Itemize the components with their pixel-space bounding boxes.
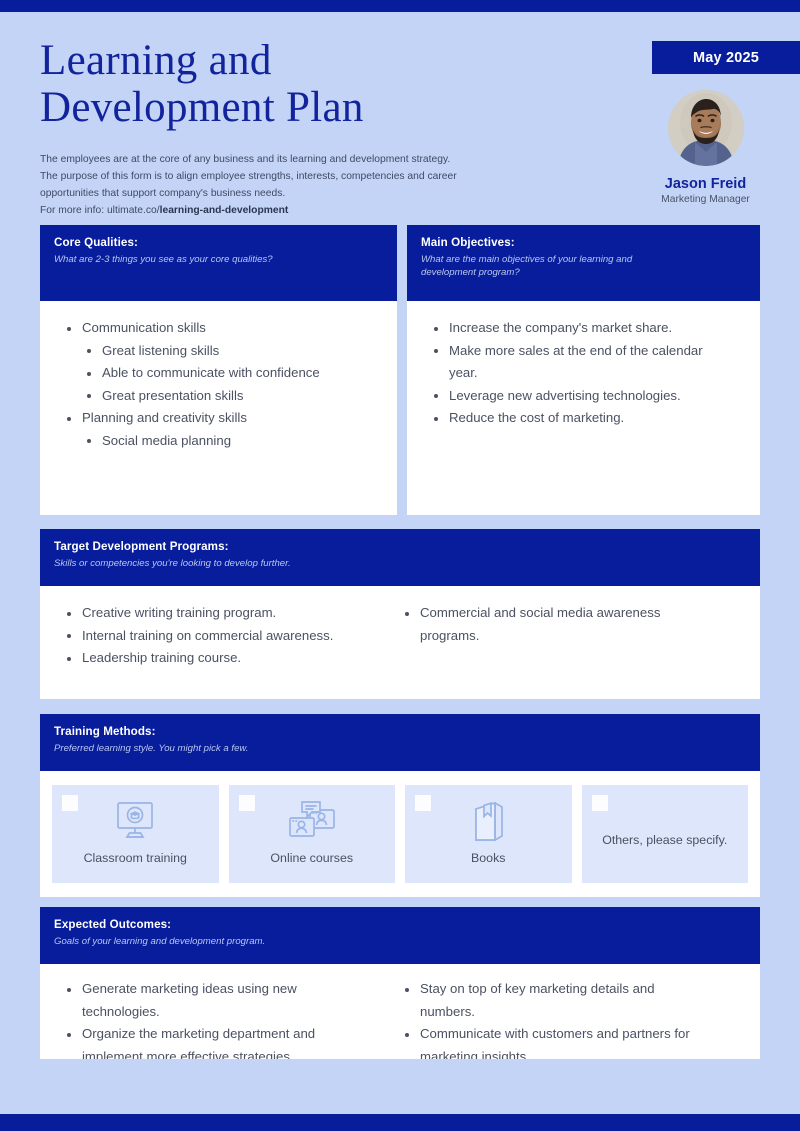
list-item-label: Communication skills [82, 320, 206, 335]
target-programs-list-right: Commercial and social media awareness pr… [400, 602, 712, 647]
document-page: Learning and Development Plan The employ… [0, 12, 800, 1114]
list-item: Commercial and social media awareness pr… [400, 602, 712, 647]
target-programs-list-left: Creative writing training program. Inter… [62, 602, 400, 670]
list-item: Able to communicate with confidence [82, 362, 375, 385]
checkbox-books[interactable] [415, 795, 431, 811]
list-item: Creative writing training program. [62, 602, 400, 625]
card-target-programs-title: Target Development Programs: [54, 540, 229, 553]
training-method-label: Online courses [270, 851, 354, 865]
training-method-online-courses[interactable]: Online courses [228, 785, 395, 883]
row-expected-outcomes: Expected Outcomes: Goals of your learnin… [0, 907, 800, 1059]
list-item: Leadership training course. [62, 647, 400, 670]
card-main-objectives: Main Objectives: What are the main objec… [407, 225, 760, 515]
expected-outcomes-right-column: Stay on top of key marketing details and… [400, 978, 738, 1059]
list-item: Great listening skills [82, 340, 375, 363]
expected-outcomes-left-column: Generate marketing ideas using new techn… [62, 978, 400, 1059]
date-badge: May 2025 [652, 41, 800, 74]
card-core-qualities: Core Qualities: What are 2-3 things you … [40, 225, 397, 515]
list-item: Organize the marketing department and im… [62, 1023, 352, 1059]
book-bookmark-icon [469, 798, 507, 845]
training-method-classroom-training[interactable]: Classroom training [52, 785, 219, 883]
target-programs-left-column: Creative writing training program. Inter… [62, 602, 400, 670]
expected-outcomes-list-left: Generate marketing ideas using new techn… [62, 978, 352, 1059]
document-header: Learning and Development Plan The employ… [0, 12, 800, 225]
list-item-label: Planning and creativity skills [82, 410, 247, 425]
training-method-label: Books [471, 851, 506, 865]
list-item: Planning and creativity skills Social me… [62, 407, 375, 452]
card-training-methods-header: Training Methods: Preferred learning sty… [40, 714, 760, 771]
intro-line-3: opportunities that support company's bus… [40, 188, 286, 199]
intro-line-1: The employees are at the core of any bus… [40, 154, 451, 165]
profile-name: Jason Freid [664, 176, 747, 192]
monitor-graduation-cap-icon [112, 798, 158, 845]
checkbox-online-courses[interactable] [238, 795, 255, 811]
core-qualities-list: Communication skills Great listening ski… [62, 317, 375, 452]
training-method-label: Others, please specify. [602, 833, 728, 847]
card-main-objectives-body: Increase the company's market share. Mak… [407, 301, 760, 446]
card-target-programs-body: Creative writing training program. Inter… [40, 586, 760, 686]
training-methods-options: Classroom training Online courses Books … [40, 771, 760, 897]
intro-line-2: The purpose of this form is to align emp… [40, 171, 457, 182]
card-target-programs-subtitle: Skills or competencies you're looking to… [54, 558, 291, 569]
card-main-objectives-title: Main Objectives: [421, 236, 515, 249]
core-qualities-sublist-2: Social media planning [82, 430, 375, 453]
card-target-programs: Target Development Programs: Skills or c… [40, 529, 760, 699]
avatar [667, 90, 744, 166]
training-method-others[interactable]: Others, please specify. [581, 785, 748, 883]
checkbox-others[interactable] [591, 795, 608, 811]
card-main-objectives-header: Main Objectives: What are the main objec… [407, 225, 760, 301]
card-core-qualities-header: Core Qualities: What are 2-3 things you … [40, 225, 397, 301]
card-core-qualities-subtitle: What are 2-3 things you see as your core… [54, 254, 273, 265]
bottom-decorative-bar [0, 1114, 800, 1131]
training-method-books[interactable]: Books [405, 785, 572, 883]
card-expected-outcomes-title: Expected Outcomes: [54, 918, 172, 931]
top-decorative-bar [0, 0, 800, 12]
list-item: Great presentation skills [82, 385, 375, 408]
list-item: Communication skills Great listening ski… [62, 317, 375, 407]
list-item: Stay on top of key marketing details and… [400, 978, 712, 1023]
profile-role: Marketing Manager [661, 194, 750, 205]
card-expected-outcomes-subtitle: Goals of your learning and development p… [54, 936, 266, 947]
target-programs-right-column: Commercial and social media awareness pr… [400, 602, 738, 670]
checkbox-classroom-training[interactable] [62, 795, 78, 811]
page-title: Learning and Development Plan [40, 37, 364, 131]
list-item: Generate marketing ideas using new techn… [62, 978, 352, 1023]
row-training-methods: Training Methods: Preferred learning sty… [0, 714, 800, 897]
avatar-photo-illustration [667, 90, 744, 166]
row-core-objectives: Core Qualities: What are 2-3 things you … [0, 225, 800, 515]
row-target-programs: Target Development Programs: Skills or c… [0, 529, 800, 699]
video-call-people-icon [288, 798, 336, 845]
more-info-link[interactable]: learning-and-development [160, 205, 289, 216]
more-info-prefix: For more info: ultimate.co/ [40, 205, 160, 216]
more-info-line: For more info: ultimate.co/learning-and-… [40, 202, 540, 219]
intro-paragraph: The employees are at the core of any bus… [40, 151, 540, 219]
card-core-qualities-body: Communication skills Great listening ski… [40, 301, 397, 468]
list-item: Reduce the cost of marketing. [429, 407, 719, 430]
card-training-methods-title: Training Methods: [54, 725, 156, 738]
card-expected-outcomes: Expected Outcomes: Goals of your learnin… [40, 907, 760, 1059]
list-item: Make more sales at the end of the calend… [429, 340, 719, 385]
card-expected-outcomes-header: Expected Outcomes: Goals of your learnin… [40, 907, 760, 964]
training-method-label: Classroom training [83, 851, 187, 865]
list-item: Leverage new advertising technologies. [429, 385, 719, 408]
card-target-programs-header: Target Development Programs: Skills or c… [40, 529, 760, 586]
list-item: Internal training on commercial awarenes… [62, 625, 400, 648]
card-training-methods-subtitle: Preferred learning style. You might pick… [54, 743, 249, 754]
list-item: Increase the company's market share. [429, 317, 719, 340]
expected-outcomes-list-right: Stay on top of key marketing details and… [400, 978, 712, 1059]
card-core-qualities-title: Core Qualities: [54, 236, 138, 249]
list-item: Communicate with customers and partners … [400, 1023, 712, 1059]
card-training-methods: Training Methods: Preferred learning sty… [40, 714, 760, 897]
card-expected-outcomes-body: Generate marketing ideas using new techn… [40, 964, 760, 1059]
main-objectives-list: Increase the company's market share. Mak… [429, 317, 719, 430]
card-main-objectives-subtitle: What are the main objectives of your lea… [421, 254, 633, 278]
profile-block: Jason Freid Marketing Manager [638, 90, 773, 205]
list-item: Social media planning [82, 430, 375, 453]
core-qualities-sublist-1: Great listening skills Able to communica… [82, 340, 375, 408]
